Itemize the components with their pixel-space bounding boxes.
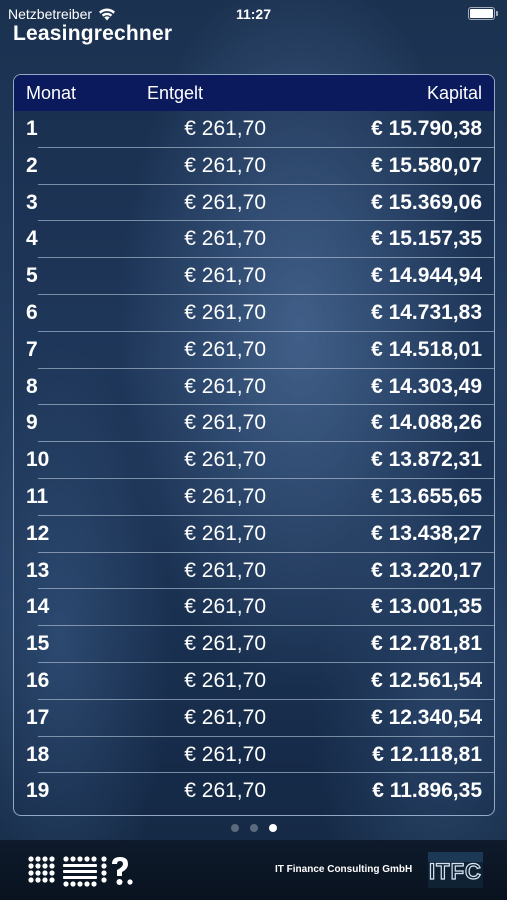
cell-entgelt: € 261,70 (184, 337, 266, 361)
cell-kapital: € 12.781,81 (371, 632, 482, 656)
app-title: Leasingrechner (13, 22, 173, 45)
cell-kapital: € 14.518,01 (371, 337, 482, 361)
cell-monat: 17 (26, 705, 50, 729)
cell-entgelt: € 261,70 (184, 632, 266, 656)
cell-entgelt: € 261,70 (184, 190, 266, 214)
cell-kapital: € 15.790,38 (371, 117, 482, 140)
table-row[interactable]: 8 € 261,70 € 14.303,49 (14, 369, 494, 406)
cell-kapital: € 15.157,35 (371, 227, 482, 251)
header-entgelt: Entgelt (147, 83, 204, 103)
cell-kapital: € 14.944,94 (371, 264, 482, 288)
battery-icon (468, 7, 498, 20)
cell-monat: 6 (26, 300, 38, 324)
table-row[interactable]: 18 € 261,70 € 12.118,81 (14, 737, 494, 774)
cell-entgelt: € 261,70 (184, 484, 266, 508)
cell-kapital: € 13.220,17 (371, 558, 482, 582)
cell-kapital: € 14.731,83 (371, 300, 482, 324)
cell-entgelt: € 261,70 (184, 705, 266, 729)
cell-monat: 19 (26, 779, 50, 803)
table-row[interactable]: 14 € 261,70 € 13.001,35 (14, 589, 494, 626)
table-row[interactable]: 11 € 261,70 € 13.655,65 (14, 479, 494, 516)
table-row[interactable]: 3 € 261,70 € 15.369,06 (14, 185, 494, 222)
cell-monat: 15 (26, 632, 50, 656)
table-row[interactable]: 9 € 261,70 € 14.088,26 (14, 405, 494, 442)
cell-monat: 4 (26, 227, 38, 251)
table-row[interactable]: 5 € 261,70 € 14.944,94 (14, 258, 494, 295)
cell-monat: 11 (26, 484, 49, 508)
header-monat: Monat (26, 83, 77, 103)
cell-monat: 14 (26, 595, 50, 619)
cell-monat: 7 (26, 337, 38, 361)
cell-entgelt: € 261,70 (184, 595, 266, 619)
cell-entgelt: € 261,70 (184, 742, 266, 766)
cell-entgelt: € 261,70 (184, 411, 266, 435)
cell-kapital: € 15.580,07 (371, 153, 482, 177)
cell-monat: 10 (26, 448, 50, 472)
cell-monat: 12 (26, 521, 50, 545)
cell-kapital: € 13.001,35 (371, 595, 482, 619)
status-time: 11:27 (235, 6, 272, 22)
cell-kapital: € 13.872,31 (371, 448, 482, 472)
itfc-logo-icon[interactable]: ITFC (428, 852, 483, 888)
cell-kapital: € 12.118,81 (372, 742, 482, 766)
header-kapital: Kapital (426, 83, 482, 103)
company-name: IT Finance Consulting GmbH (275, 864, 413, 875)
cell-kapital: € 13.438,27 (371, 521, 482, 545)
cell-monat: 2 (26, 153, 38, 177)
cell-kapital: € 12.561,54 (371, 668, 482, 692)
cell-kapital: € 11.896,35 (372, 779, 482, 803)
cell-entgelt: € 261,70 (184, 521, 266, 545)
table-row[interactable]: 1 € 261,70 € 15.790,38 (14, 111, 494, 148)
page-indicator[interactable] (0, 824, 507, 832)
leasing-table[interactable]: Monat Entgelt Kapital 1 € 261,70 € 15.790,… (13, 74, 495, 816)
cell-monat: 18 (26, 742, 50, 766)
cell-entgelt: € 261,70 (184, 227, 266, 251)
table-row[interactable]: 2 € 261,70 € 15.580,07 (14, 148, 494, 185)
cell-kapital: € 15.369,06 (371, 190, 482, 214)
table-row[interactable]: 12 € 261,70 € 13.438,27 (14, 516, 494, 553)
table-body[interactable]: 1 € 261,70 € 15.790,38 2 € 261,70 € 15.580,07… (14, 111, 494, 810)
cell-entgelt: € 261,70 (184, 300, 266, 324)
table-row[interactable]: 15 € 261,70 € 12.781,81 (14, 626, 494, 663)
cell-entgelt: € 261,70 (184, 779, 266, 803)
cell-kapital: € 14.088,26 (371, 411, 482, 435)
cell-entgelt: € 261,70 (184, 558, 266, 582)
table-row[interactable]: 17 € 261,70 € 12.340,54 (14, 700, 494, 737)
page-dot-2[interactable] (249, 824, 258, 832)
cell-entgelt: € 261,70 (184, 668, 266, 692)
table-row[interactable]: 19 € 261,70 € 11.896,35 (14, 773, 494, 810)
table-row[interactable]: 4 € 261,70 € 15.157,35 (14, 221, 494, 258)
cell-monat: 5 (26, 264, 38, 288)
cell-entgelt: € 261,70 (184, 264, 266, 288)
itfc-logo-text: ITFC (429, 859, 482, 884)
table-row[interactable]: 10 € 261,70 € 13.872,31 (14, 442, 494, 479)
table-header: Monat Entgelt Kapital (14, 75, 494, 111)
table-row[interactable]: 13 € 261,70 € 13.220,17 (14, 553, 494, 590)
table-row[interactable]: 6 € 261,70 € 14.731,83 (14, 295, 494, 332)
cell-entgelt: € 261,70 (184, 153, 266, 177)
table-row[interactable]: 16 € 261,70 € 12.561,54 (14, 663, 494, 700)
cell-monat: 3 (26, 190, 38, 214)
cell-entgelt: € 261,70 (184, 448, 266, 472)
cell-monat: 16 (26, 668, 50, 692)
cell-entgelt: € 261,70 (184, 117, 266, 140)
page-dot-3[interactable] (268, 824, 277, 832)
cell-monat: 1 (26, 117, 38, 140)
cell-kapital: € 13.655,65 (371, 484, 482, 508)
cell-entgelt: € 261,70 (184, 374, 266, 398)
cell-monat: 8 (26, 374, 38, 398)
dot-matrix-question-logo-icon[interactable] (28, 855, 134, 887)
cell-monat: 13 (26, 558, 50, 582)
cell-kapital: € 12.340,54 (371, 705, 482, 729)
cell-monat: 9 (26, 411, 38, 435)
table-row[interactable]: 7 € 261,70 € 14.518,01 (14, 332, 494, 369)
cell-kapital: € 14.303,49 (371, 374, 482, 398)
page-dot-1[interactable] (230, 824, 239, 832)
